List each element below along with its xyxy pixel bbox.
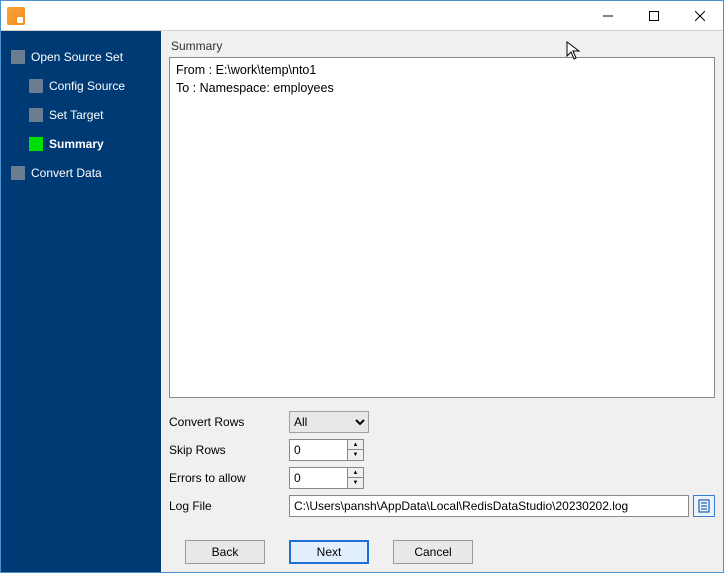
step-config-source[interactable]: Config Source (1, 73, 161, 99)
app-window: Open Source Set Config Source Set Target… (0, 0, 724, 573)
step-box-icon (11, 50, 25, 64)
skip-rows-label: Skip Rows (169, 443, 289, 457)
spin-up-icon[interactable]: ▲ (348, 468, 363, 478)
cancel-button[interactable]: Cancel (393, 540, 473, 564)
log-file-label: Log File (169, 499, 289, 513)
step-open-source-set[interactable]: Open Source Set (1, 44, 161, 70)
wizard-sidebar: Open Source Set Config Source Set Target… (1, 31, 161, 572)
errors-allow-label: Errors to allow (169, 471, 289, 485)
options-form: Convert Rows All Skip Rows ▲ ▼ (169, 408, 715, 520)
convert-rows-select[interactable]: All (289, 411, 369, 433)
skip-rows-input[interactable] (289, 439, 347, 461)
step-set-target[interactable]: Set Target (1, 102, 161, 128)
back-button[interactable]: Back (185, 540, 265, 564)
close-button[interactable] (677, 1, 723, 30)
next-button[interactable]: Next (289, 540, 369, 564)
main-panel: Summary From : E:\work\temp\nto1 To : Na… (161, 31, 723, 572)
step-convert-data[interactable]: Convert Data (1, 160, 161, 186)
browse-log-button[interactable] (693, 495, 715, 517)
errors-allow-spinner[interactable]: ▲ ▼ (289, 467, 364, 489)
section-title: Summary (171, 39, 715, 53)
maximize-button[interactable] (631, 1, 677, 30)
step-label: Open Source Set (31, 50, 123, 64)
convert-rows-label: Convert Rows (169, 415, 289, 429)
step-label: Config Source (49, 79, 125, 93)
step-box-icon (29, 137, 43, 151)
step-box-icon (11, 166, 25, 180)
titlebar (1, 1, 723, 31)
errors-allow-input[interactable] (289, 467, 347, 489)
wizard-buttons: Back Next Cancel (169, 540, 715, 564)
spin-down-icon[interactable]: ▼ (348, 450, 363, 460)
log-file-input[interactable] (289, 495, 689, 517)
spin-up-icon[interactable]: ▲ (348, 440, 363, 450)
spin-down-icon[interactable]: ▼ (348, 478, 363, 488)
step-summary[interactable]: Summary (1, 131, 161, 157)
step-box-icon (29, 79, 43, 93)
document-icon (697, 499, 711, 513)
app-icon (7, 7, 25, 25)
step-label: Convert Data (31, 166, 102, 180)
step-label: Set Target (49, 108, 103, 122)
minimize-button[interactable] (585, 1, 631, 30)
step-label: Summary (49, 137, 104, 151)
summary-textarea[interactable]: From : E:\work\temp\nto1 To : Namespace:… (169, 57, 715, 398)
skip-rows-spinner[interactable]: ▲ ▼ (289, 439, 364, 461)
step-box-icon (29, 108, 43, 122)
body: Open Source Set Config Source Set Target… (1, 31, 723, 572)
